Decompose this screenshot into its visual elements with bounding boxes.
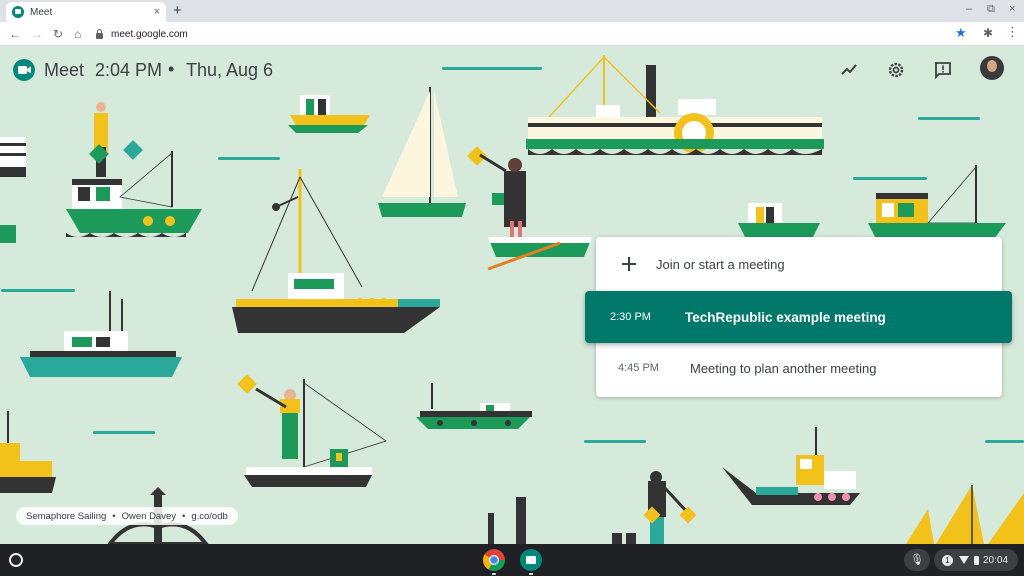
reload-icon[interactable]: ↻ — [53, 26, 63, 42]
tug-boat-bottom-right — [722, 427, 860, 505]
browser-toolbar: ← → ↻ ⌂ meet.google.com ★ ✱ ⋮ — [0, 22, 1024, 46]
meet-app-icon[interactable] — [520, 549, 542, 571]
meeting-item[interactable]: 4:45 PM Meeting to plan another meeting — [596, 343, 1002, 393]
back-arrow-icon[interactable]: ← — [9, 26, 21, 42]
artwork-link[interactable]: g.co/odb — [191, 511, 227, 522]
current-date: Thu, Aug 6 — [186, 60, 274, 80]
tab-title: Meet — [30, 6, 53, 18]
minimize-button[interactable]: – — [966, 3, 972, 15]
browser-tab-meet[interactable]: Meet × — [6, 2, 166, 22]
rowboat-signaller — [467, 146, 592, 271]
trawler-right — [868, 165, 1006, 239]
restore-button[interactable]: ⧉ — [987, 3, 995, 16]
header-separator: • — [168, 59, 175, 79]
meet-logo-icon[interactable] — [13, 59, 35, 81]
tug-boat-left — [66, 102, 202, 237]
small-boat-top — [288, 95, 370, 133]
feedback-icon[interactable] — [934, 61, 952, 79]
system-clock: 20:04 — [983, 554, 1009, 566]
small-boat-right — [738, 203, 820, 239]
steamboat — [526, 55, 824, 155]
launcher-circle-icon[interactable] — [9, 553, 23, 567]
account-avatar[interactable] — [980, 56, 1004, 80]
barge-center — [416, 383, 532, 429]
fisherman-boat — [237, 374, 387, 487]
current-time: 2:04 PM — [95, 60, 163, 80]
battery-icon — [974, 555, 979, 565]
home-icon[interactable]: ⌂ — [74, 26, 81, 42]
lock-icon — [96, 28, 103, 39]
forward-arrow-icon[interactable]: → — [31, 26, 43, 42]
tab-close-icon[interactable]: × — [154, 6, 160, 18]
meeting-item[interactable]: 2:30 PM TechRepublic example meeting — [585, 291, 1012, 343]
edge-boat-left — [0, 137, 26, 243]
address-bar[interactable]: meet.google.com — [96, 24, 976, 44]
join-label: Join or start a meeting — [656, 256, 785, 272]
meet-running-indicator — [529, 573, 533, 575]
artwork-credit[interactable]: Semaphore Sailing • Owen Davey • g.co/od… — [16, 507, 238, 525]
meeting-time: 2:30 PM — [610, 311, 651, 323]
browser-menu-icon[interactable]: ⋮ — [1006, 25, 1019, 39]
credit-separator: • — [112, 510, 116, 522]
meeting-title: Meeting to plan another meeting — [690, 360, 877, 376]
meeting-time: 4:45 PM — [618, 362, 659, 374]
junk-sails — [906, 485, 1024, 544]
extensions-puzzle-icon[interactable]: ✱ — [983, 26, 993, 40]
quality-dashboard-icon[interactable] — [840, 61, 858, 79]
edge-boat-bottom-left — [0, 411, 56, 493]
chromeos-shelf: 🎙 1 20:04 — [0, 544, 1024, 576]
tab-strip: Meet × + – ⧉ × — [0, 0, 1024, 22]
coastguard-boat — [20, 291, 182, 377]
meeting-title: TechRepublic example meeting — [685, 309, 886, 325]
artwork-title: Semaphore Sailing — [26, 510, 107, 522]
app-name: Meet — [44, 60, 85, 80]
wifi-icon — [959, 556, 969, 564]
sailboat — [378, 87, 466, 217]
notification-count: 1 — [942, 554, 953, 566]
bottom-signaller — [643, 471, 697, 544]
artist-name: Owen Davey — [121, 510, 176, 522]
settings-gear-icon[interactable] — [887, 61, 905, 79]
chrome-running-indicator — [492, 573, 496, 575]
window-close-button[interactable]: × — [1009, 3, 1015, 15]
url-text: meet.google.com — [111, 28, 188, 40]
plus-icon — [622, 257, 636, 271]
credit-separator: • — [182, 510, 186, 522]
status-tray[interactable]: 1 20:04 — [934, 549, 1018, 571]
chrome-app-icon[interactable] — [483, 549, 505, 571]
join-or-start-button[interactable]: Join or start a meeting — [596, 237, 1002, 291]
microphone-icon[interactable]: 🎙 — [904, 549, 930, 571]
meet-favicon-icon — [12, 6, 24, 18]
bookmark-star-icon[interactable]: ★ — [955, 26, 967, 40]
new-tab-button[interactable]: + — [173, 2, 182, 20]
